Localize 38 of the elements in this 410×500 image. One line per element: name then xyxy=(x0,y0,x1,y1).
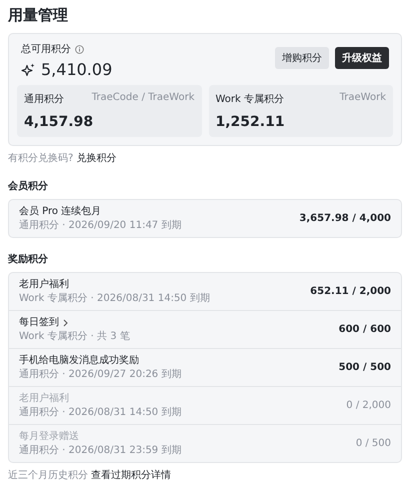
credit-amount: 500 / 500 xyxy=(338,362,391,373)
balance-label: 通用积分 xyxy=(24,92,64,106)
credit-detail: 通用积分 · 2026/09/27 20:26 到期 xyxy=(19,368,182,381)
balance-label: Work 专属积分 xyxy=(216,92,284,106)
total-credits-value: 5,410.09 xyxy=(41,60,112,79)
total-credits-label: 总可用积分 xyxy=(21,42,71,56)
upgrade-button[interactable]: 升级权益 xyxy=(335,47,389,69)
redeem-link[interactable]: 兑换积分 xyxy=(76,151,116,165)
credit-detail: 通用积分 · 2026/08/31 23:59 到期 xyxy=(19,444,182,457)
credit-name: 老用户福利 xyxy=(19,278,69,291)
expired-details-link[interactable]: 查看过期积分详情 xyxy=(91,468,171,482)
sparkle-icon xyxy=(21,62,35,76)
credit-amount: 600 / 600 xyxy=(338,324,391,335)
buy-credits-button[interactable]: 增购积分 xyxy=(275,47,329,69)
history-label: 近三个月历史积分 xyxy=(8,468,88,482)
balance-scope: TraeCode / TraeWork xyxy=(92,92,194,105)
credit-amount: 3,657.98 / 4,000 xyxy=(299,213,391,224)
balance-value: 1,252.11 xyxy=(216,114,286,130)
section-title: 会员积分 xyxy=(8,180,49,193)
credit-name: 每月登录赠送 xyxy=(19,430,79,443)
credit-detail: Work 专属积分 · 共 3 笔 xyxy=(19,330,130,343)
page-title: 用量管理 xyxy=(8,6,69,24)
credit-detail: Work 专属积分 · 2026/08/31 14:50 到期 xyxy=(19,292,210,305)
redeem-prompt: 有积分兑换码? xyxy=(8,152,74,165)
credit-detail: 通用积分 · 2026/08/31 14:50 到期 xyxy=(19,406,182,419)
info-icon[interactable] xyxy=(75,44,84,54)
section-title: 奖励积分 xyxy=(8,252,49,266)
balance-scope: TraeWork xyxy=(340,92,386,105)
credit-amount: 652.11 / 2,000 xyxy=(310,286,391,297)
credit-name: 手机给电脑发消息成功奖励 xyxy=(19,354,139,367)
credit-name: 老用户福利 xyxy=(19,392,69,405)
credit-name: 会员 Pro 连续包月 xyxy=(19,205,102,218)
credit-amount: 0 / 500 xyxy=(356,438,391,449)
credit-detail: 通用积分 · 2026/09/20 11:47 到期 xyxy=(19,219,182,232)
credit-name: 每日签到 xyxy=(19,316,59,329)
balance-value: 4,157.98 xyxy=(24,114,94,130)
chevron-icon[interactable] xyxy=(63,318,68,326)
credit-amount: 0 / 2,000 xyxy=(346,400,391,411)
